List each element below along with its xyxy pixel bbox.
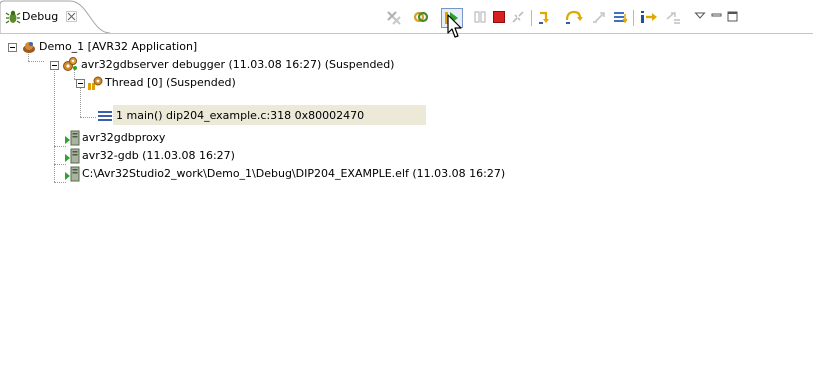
connect-icon[interactable] xyxy=(413,9,429,25)
debug-target-icon xyxy=(62,56,78,72)
debug-toolbar xyxy=(0,0,813,34)
tree-item-label: Thread [0] (Suspended) xyxy=(105,76,236,89)
process-icon xyxy=(64,130,80,146)
drop-to-frame-icon[interactable] xyxy=(613,9,629,25)
tree-item-process[interactable]: C:\Avr32Studio2_work\Demo_1\Debug\DIP204… xyxy=(0,165,620,183)
toolbar-separator xyxy=(633,10,634,26)
instruction-step-icon[interactable] xyxy=(640,9,657,25)
collapse-icon[interactable] xyxy=(76,78,85,88)
thread-suspended-icon xyxy=(87,75,103,91)
step-over-icon[interactable] xyxy=(565,9,583,25)
process-icon xyxy=(64,166,80,182)
toolbar-separator xyxy=(531,10,532,26)
process-icon xyxy=(64,148,80,164)
collapse-icon[interactable] xyxy=(50,60,59,70)
tree-item-label: 1 main() dip204_example.c:318 0x80002470 xyxy=(116,109,365,122)
step-filters-icon[interactable] xyxy=(665,9,681,25)
tree-item-thread[interactable]: Thread [0] (Suspended) xyxy=(0,74,400,92)
collapse-icon[interactable] xyxy=(8,42,17,52)
view-menu-icon[interactable] xyxy=(694,9,710,25)
tree-item-debugger[interactable]: avr32gdbserver debugger (11.03.08 16:27)… xyxy=(0,56,500,74)
tree-item-label: Demo_1 [AVR32 Application] xyxy=(39,40,198,53)
view-tab-bar: Debug xyxy=(0,0,813,38)
tree-item-launch[interactable]: Demo_1 [AVR32 Application] xyxy=(0,38,300,56)
remove-terminated-icon[interactable] xyxy=(386,9,402,25)
disconnect-icon[interactable] xyxy=(510,9,526,25)
tree-item-label: avr32gdbserver debugger (11.03.08 16:27)… xyxy=(81,58,395,71)
tree-item-stack-frame[interactable]: 1 main() dip204_example.c:318 0x80002470 xyxy=(0,107,430,125)
stack-frame-icon xyxy=(97,108,113,124)
tree-item-label: avr32-gdb (11.03.08 16:27) xyxy=(82,149,235,162)
step-into-icon[interactable] xyxy=(538,9,554,25)
step-return-icon[interactable] xyxy=(592,9,608,25)
tree-item-label: avr32gdbproxy xyxy=(82,131,166,144)
launch-icon xyxy=(21,39,37,55)
tree-item-label: C:\Avr32Studio2_work\Demo_1\Debug\DIP204… xyxy=(82,167,506,180)
terminate-icon[interactable] xyxy=(491,9,507,25)
debug-tree: Demo_1 [AVR32 Application] avr32gdbserve… xyxy=(0,34,813,383)
suspend-icon[interactable] xyxy=(472,9,488,25)
minimize-icon[interactable] xyxy=(710,9,726,25)
maximize-icon[interactable] xyxy=(726,9,742,25)
tree-item-process[interactable]: avr32-gdb (11.03.08 16:27) xyxy=(0,147,300,165)
tree-item-process[interactable]: avr32gdbproxy xyxy=(0,129,300,147)
